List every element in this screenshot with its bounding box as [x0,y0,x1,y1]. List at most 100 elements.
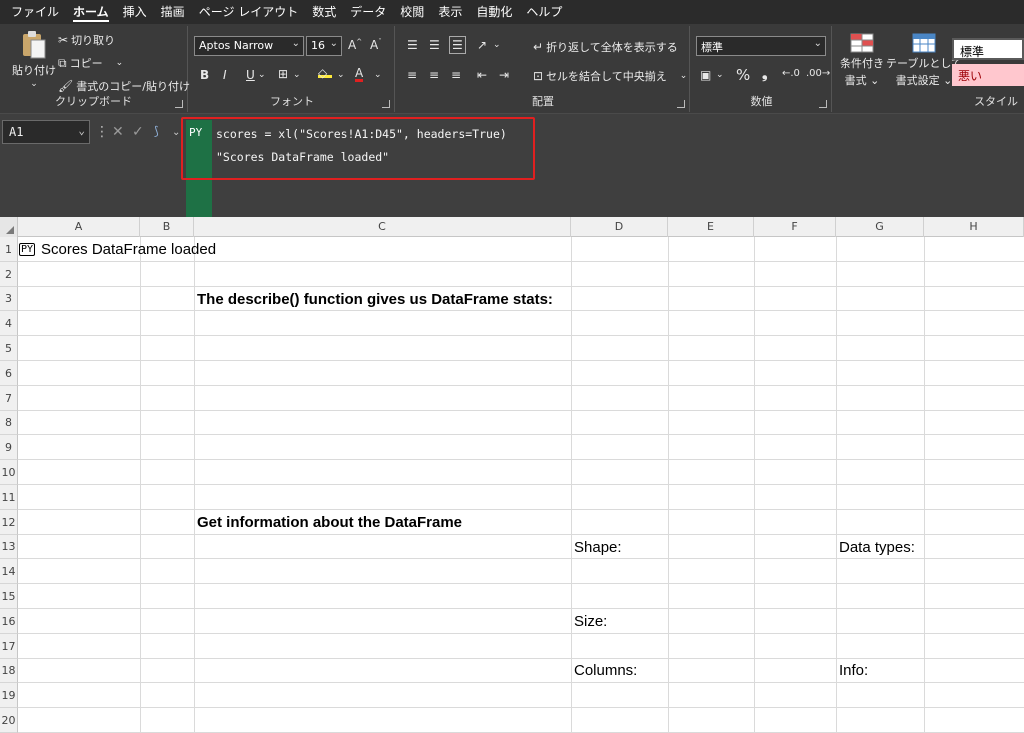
align-left-icon[interactable]: ≡ [407,68,417,82]
row-header[interactable]: 13 [0,535,18,559]
merge-center-button[interactable]: ⊡ セルを結合して中央揃え ⌄ [533,68,687,84]
increase-decimal-icon[interactable]: ←.0 [782,68,800,79]
tab-automate[interactable]: 自動化 [469,0,519,24]
decrease-indent-icon[interactable]: ⇤ [477,68,487,82]
row-header[interactable]: 3 [0,287,18,311]
cut-button[interactable]: ✂ 切り取り [58,32,115,48]
font-launcher-icon[interactable] [382,100,390,108]
underline-button[interactable]: U [246,68,255,82]
cancel-icon[interactable]: ✕ [112,124,124,140]
column-header-d[interactable]: D [571,217,668,237]
style-normal[interactable]: 標準 [952,38,1024,60]
row-header[interactable]: 12 [0,510,18,535]
wrap-text-button[interactable]: ↵ 折り返して全体を表示する [533,39,678,55]
python-mode-icon[interactable]: ⟆ [154,124,159,138]
row-header[interactable]: 10 [0,460,18,485]
shrink-font-icon[interactable]: Aˇ [370,38,382,52]
row-header[interactable]: 17 [0,634,18,659]
cell-d18[interactable]: Columns: [574,662,637,679]
number-format-select[interactable]: 標準 ⌄ [696,36,826,56]
fill-color-icon[interactable]: ◇ [318,66,332,80]
row-header[interactable]: 8 [0,411,18,435]
bold-button[interactable]: B [200,68,209,82]
number-launcher-icon[interactable] [819,100,827,108]
row-header[interactable]: 14 [0,559,18,584]
row-header[interactable]: 18 [0,659,18,683]
font-name-select[interactable]: Aptos Narrow ⌄ [194,36,304,56]
align-center-icon[interactable]: ≡ [429,68,439,82]
tab-formulas[interactable]: 数式 [305,0,343,24]
font-size-select[interactable]: 16 ⌄ [306,36,342,56]
alignment-launcher-icon[interactable] [677,100,685,108]
paste-button[interactable]: 貼り付け ⌄ [12,30,56,89]
column-header-f[interactable]: F [754,217,836,237]
more-options-icon[interactable]: ⋮ [95,124,109,140]
row-header[interactable]: 15 [0,584,18,609]
cell-d13[interactable]: Shape: [574,539,622,556]
conditional-formatting-button[interactable]: 条件付き 書式 ⌄ [840,32,884,88]
column-header-h[interactable]: H [924,217,1024,237]
tab-file[interactable]: ファイル [4,0,66,24]
row-header[interactable]: 1 [0,237,18,262]
tab-insert[interactable]: 挿入 [116,0,154,24]
comma-button[interactable]: ❟ [762,66,768,82]
tab-home[interactable]: ホーム [66,0,116,24]
row-header[interactable]: 11 [0,485,18,510]
align-right-icon[interactable]: ≡ [451,68,461,82]
align-top-icon[interactable]: ☰ [407,38,418,52]
italic-button[interactable]: I [223,68,227,82]
worksheet-grid[interactable]: A B C D E F G H 1 2 3 4 5 6 7 8 9 10 11 12 13 14 15 16 1… [0,217,1024,733]
row-header[interactable]: 16 [0,609,18,634]
tab-draw[interactable]: 描画 [154,0,192,24]
tab-data[interactable]: データ [343,0,393,24]
cell-g18[interactable]: Info: [839,662,868,679]
row-header[interactable]: 20 [0,708,18,733]
column-header-c[interactable]: C [194,217,571,237]
chevron-down-icon[interactable]: ⌄ [337,70,345,80]
row-header[interactable]: 9 [0,435,18,460]
row-header[interactable]: 5 [0,336,18,361]
row-header[interactable]: 19 [0,683,18,708]
grow-font-icon[interactable]: A^ [348,38,362,52]
cell-c12[interactable]: Get information about the DataFrame [197,514,462,531]
tab-help[interactable]: ヘルプ [519,0,569,24]
row-header[interactable]: 7 [0,386,18,411]
accounting-format-icon[interactable]: ▣ [700,68,711,82]
row-header[interactable]: 2 [0,262,18,287]
align-middle-icon[interactable]: ☰ [429,38,440,52]
tab-page-layout[interactable]: ページ レイアウト [192,0,306,24]
cell-c3[interactable]: The describe() function gives us DataFra… [197,291,553,308]
tab-view[interactable]: 表示 [431,0,469,24]
cell-g13[interactable]: Data types: [839,539,915,556]
increase-indent-icon[interactable]: ⇥ [499,68,509,82]
column-header-a[interactable]: A [18,217,140,237]
tab-review[interactable]: 校閲 [393,0,431,24]
row-header[interactable]: 4 [0,311,18,336]
align-bottom-icon[interactable]: ☰ [449,36,466,54]
cell-a1[interactable]: Scores DataFrame loaded [41,241,216,258]
copy-button[interactable]: ⧉ コピー ⌄ [58,55,123,71]
borders-icon[interactable]: ⊞ [278,67,288,81]
select-all-button[interactable] [0,217,18,237]
chevron-down-icon[interactable]: ⌄ [172,127,180,138]
cell-d16[interactable]: Size: [574,613,607,630]
chevron-down-icon[interactable]: ⌄ [493,40,501,50]
column-header-b[interactable]: B [140,217,194,237]
chevron-down-icon[interactable]: ⌄ [258,70,266,80]
enter-icon[interactable]: ✓ [132,124,144,140]
format-as-table-button[interactable]: テーブルとして 書式設定 ⌄ [886,32,962,88]
chevron-down-icon[interactable]: ⌄ [716,70,724,80]
style-bad[interactable]: 悪い [952,64,1024,86]
column-header-g[interactable]: G [836,217,924,237]
chevron-down-icon[interactable]: ⌄ [293,70,301,80]
decrease-decimal-icon[interactable]: .00→ [806,68,830,79]
column-header-e[interactable]: E [668,217,754,237]
orientation-icon[interactable]: ↗ [477,38,487,52]
format-painter-button[interactable]: 🖌 書式のコピー/貼り付け [58,78,190,94]
clipboard-launcher-icon[interactable] [175,100,183,108]
row-header[interactable]: 6 [0,361,18,386]
name-box[interactable]: A1 ⌄ [2,120,90,144]
chevron-down-icon[interactable]: ⌄ [374,70,382,80]
font-color-icon[interactable]: A [355,66,364,82]
percent-button[interactable]: % [736,66,750,84]
